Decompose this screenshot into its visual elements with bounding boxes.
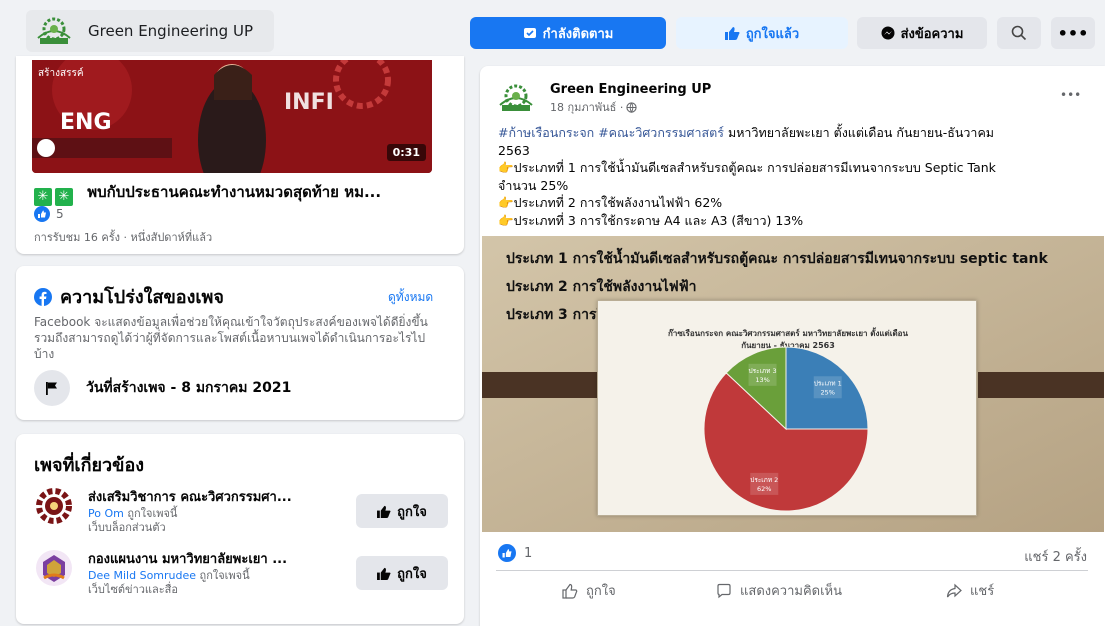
- pie-category-label: ประเภท 2: [750, 476, 778, 484]
- like-page-label: ถูกใจ: [397, 566, 427, 582]
- video-reactions[interactable]: 5: [34, 206, 64, 222]
- following-label: กำลังติดตาม: [542, 26, 614, 42]
- post-text-line1: มหาวิทยาลัยพะเยา ตั้งแต่เดือน กันยายน-ธั…: [723, 125, 995, 140]
- university-logo-icon: [36, 550, 72, 586]
- pie-value-label: 13%: [755, 376, 769, 384]
- green-engineering-logo-icon: [37, 17, 71, 44]
- see-all-link[interactable]: ดูทั้งหมด: [388, 288, 433, 307]
- post-item-2: ประเภทที่ 2 การใช้พลังงานไฟฟ้า 62%: [513, 195, 723, 210]
- video-title-row[interactable]: ✳ ✳ พบกับประธานคณะทำงานหมวดสุดท้าย หม...: [34, 180, 381, 206]
- top-bar: Green Engineering UP กำลังติดตาม ถูกใจแล…: [0, 0, 1105, 56]
- facebook-icon: [34, 287, 52, 306]
- post-text-line2: 2563: [498, 142, 530, 158]
- post-item-1-cont: จำนวน 25%: [498, 177, 569, 193]
- post-date[interactable]: 18 กุมภาพันธ์ ·: [550, 98, 623, 116]
- thumbs-up-icon: [724, 26, 740, 40]
- pie-category-label: ประเภท 1: [814, 379, 842, 387]
- messenger-icon: [881, 26, 895, 40]
- search-button[interactable]: [997, 17, 1041, 49]
- liked-button[interactable]: ถูกใจแล้ว: [676, 17, 848, 49]
- video-overlay-text-1: สร้างสรรค์: [38, 68, 84, 79]
- pointing-hand-icon: 👉: [498, 160, 514, 175]
- pointing-hand-icon: 👉: [498, 195, 514, 210]
- sparkle-badge-icon: ✳: [34, 188, 52, 206]
- following-icon: [523, 26, 537, 40]
- send-message-button[interactable]: ส่งข้อความ: [857, 17, 987, 49]
- video-overlay-text-2: ENG: [60, 110, 112, 135]
- like-page-button[interactable]: ถูกใจ: [356, 494, 448, 528]
- share-action-label: แชร์: [970, 584, 995, 599]
- share-action-button[interactable]: แชร์: [946, 580, 994, 601]
- video-title: พบกับประธานคณะทำงานหมวดสุดท้าย หม...: [87, 183, 382, 201]
- gear-logo-icon: [36, 488, 72, 524]
- post-reaction-count: 1: [524, 545, 533, 561]
- thumbs-up-icon: [377, 567, 391, 580]
- share-icon: [946, 583, 962, 597]
- video-thumbnail[interactable]: สร้างสรรค์ ENG INFI 0:31: [32, 60, 432, 173]
- like-action-button[interactable]: ถูกใจ: [562, 580, 616, 601]
- globe-icon: [626, 101, 637, 113]
- search-icon: [1011, 25, 1027, 41]
- post-hashtags[interactable]: #ก้าษเรือนกระจก #คณะวิศวกรรมศาสตร์: [498, 125, 724, 140]
- pie-value-label: 62%: [757, 485, 771, 493]
- video-duration: 0:31: [386, 144, 426, 161]
- like-page-button[interactable]: ถูกใจ: [356, 556, 448, 590]
- post-text: #ก้าษเรือนกระจก #คณะวิศวกรรมศาสตร์ มหาวิ…: [498, 124, 1088, 229]
- more-dots-icon: •••: [1057, 23, 1089, 43]
- thumbs-up-icon: [377, 505, 391, 518]
- more-options-button[interactable]: •••: [1051, 17, 1095, 49]
- send-message-label: ส่งข้อความ: [900, 26, 964, 42]
- like-page-label: ถูกใจ: [397, 504, 427, 520]
- liker-suffix: ถูกใจเพจนี้: [199, 569, 250, 582]
- pie-chart-slide: ก๊าซเรือนกระจก คณะวิศวกรรมศาสตร์ มหาวิทย…: [597, 300, 977, 516]
- page-header-pill[interactable]: Green Engineering UP: [26, 10, 274, 52]
- thumbs-up-outline-icon: [562, 583, 578, 599]
- transparency-title: ความโปร่งใสของเพจ: [60, 287, 224, 308]
- related-page-category: เว็บบล็อกส่วนตัว: [88, 521, 166, 534]
- related-pages-title: เพจที่เกี่ยวข้อง: [34, 455, 145, 476]
- image-category-2: ประเภท 2 การใช้พลังงานไฟฟ้า: [506, 279, 697, 295]
- liked-label: ถูกใจแล้ว: [745, 26, 800, 42]
- like-reaction-icon: [498, 544, 516, 562]
- image-category-1: ประเภท 1 การใช้น้ำมันดีเซลสำหรับรถตู้คณะ…: [506, 251, 1048, 267]
- video-reaction-count: 5: [56, 207, 64, 221]
- post-options-button[interactable]: •••: [1060, 88, 1081, 102]
- post-item-3: ประเภทที่ 3 การใช้กระดาษ A4 และ A3 (สีขา…: [513, 212, 804, 228]
- transparency-description: Facebook จะแสดงข้อมูลเพื่อช่วยให้คุณเข้า…: [34, 315, 428, 361]
- post-share-count[interactable]: แชร์ 2 ครั้ง: [1024, 546, 1087, 567]
- pie-value-label: 25%: [821, 388, 835, 396]
- pie-chart: ประเภท 125% ประเภท 262% ประเภท 313%: [703, 346, 869, 512]
- following-button[interactable]: กำลังติดตาม: [470, 17, 666, 49]
- video-meta: การรับชม 16 ครั้ง · หนึ่งสัปดาห์ที่แล้ว: [34, 231, 213, 244]
- page-created-date: วันที่สร้างเพจ - 8 มกราคม 2021: [86, 380, 292, 396]
- post-footer-divider: [496, 570, 1088, 571]
- post-item-1: ประเภทที่ 1 การใช้น้ำมันดีเซลสำหรับรถตู้…: [513, 160, 996, 175]
- like-action-label: ถูกใจ: [586, 584, 616, 599]
- comment-icon: [717, 583, 731, 598]
- sparkle-badge-icon: ✳: [55, 188, 73, 206]
- pointing-hand-icon: 👉: [498, 212, 514, 228]
- post-author[interactable]: Green Engineering UP: [550, 82, 711, 97]
- post-reactions[interactable]: 1: [498, 544, 532, 562]
- page-created-row: วันที่สร้างเพจ - 8 มกราคม 2021: [34, 370, 291, 406]
- related-page-category: เว็บไซต์ข่าวและสื่อ: [88, 583, 178, 596]
- comment-action-label: แสดงความคิดเห็น: [740, 584, 843, 599]
- transparency-header: ความโปร่งใสของเพจ: [34, 282, 224, 311]
- post-date-row: 18 กุมภาพันธ์ ·: [550, 98, 637, 116]
- image-bar-right: [978, 372, 1104, 398]
- page-name: Green Engineering UP: [88, 22, 253, 40]
- comment-action-button[interactable]: แสดงความคิดเห็น: [716, 580, 842, 601]
- like-reaction-icon: [34, 206, 50, 222]
- pie-category-label: ประเภท 3: [748, 367, 776, 375]
- post-author-avatar-icon[interactable]: [496, 80, 536, 116]
- video-overlay-text-3: INFI: [284, 90, 334, 115]
- flag-icon: [34, 370, 70, 406]
- image-bar-left: [482, 372, 607, 398]
